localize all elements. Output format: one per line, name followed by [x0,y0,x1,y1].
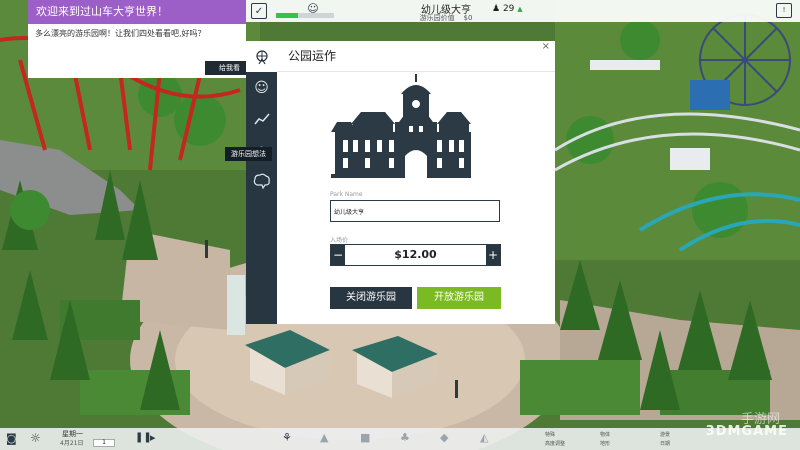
sidebar-item-park-ideas[interactable] [246,165,277,196]
toggle-label-d: 高度调整 [545,441,566,447]
price-decrease-button[interactable]: − [331,245,345,265]
camera-icon[interactable]: ◙ [6,432,17,445]
rides-icon[interactable]: ▲ [320,431,328,444]
park-ideas-tooltip: 游乐园想法 [225,147,272,161]
entry-price-value: $12.00 [394,248,437,261]
scenery-icon[interactable]: ♣ [400,431,410,444]
paths-icon[interactable]: ◆ [440,431,448,444]
guest-count[interactable]: ♟ 29 ▲ [492,4,523,14]
title-divider [277,71,555,72]
notification-message: 多么漂亮的游乐园啊！让我们四处看看吧,好吗？ [35,29,206,38]
dialog-title: 公园运作 [288,49,337,63]
show-me-button[interactable]: 给我看 [205,61,246,75]
smile-icon: ☺ [254,79,269,96]
price-increase-button[interactable]: + [486,245,500,265]
game-speed-value: 1 [93,439,115,447]
park-entrance-illustration [331,74,471,178]
park-name-label: Park Name [330,191,363,198]
toggle-label-b: 游景 [660,432,671,438]
entry-price-label: 入场价 [330,237,349,244]
sidebar-item-park-operations[interactable] [246,41,277,72]
terrain-icon[interactable]: ◭ [480,431,488,444]
bottom-toolbar: ◙ ☼ 星期一 4月21日 1 ❚❚ ▸ ⚘ ▲ ■ ♣ ◆ ◭ 特殊 高度调整… [0,428,800,450]
welcome-notification: 欢迎来到过山车大亨世界！ 多么漂亮的游乐园啊！让我们四处看看吧,好吗？ 给我看 [28,0,246,78]
park-operations-dialog: 公园运作 × Park Name 幼儿级大亨 入场价 − $12.00 + 关闭… [277,41,555,324]
sidebar-item-happiness[interactable]: ☺ [246,72,277,103]
guest-count-value: 29 [502,4,515,14]
notification-title: 欢迎来到过山车大亨世界！ [28,0,246,24]
open-park-button[interactable]: 开放游乐园 [417,287,501,309]
entry-price-stepper: − $12.00 + [330,244,501,266]
park-rating-bar[interactable] [276,13,334,18]
close-park-button[interactable]: 关闭游乐园 [330,287,412,309]
play-icon[interactable]: ▸ [150,431,156,444]
current-date: 4月21日 [60,440,84,447]
toggle-label-a: 特殊 [545,432,556,438]
guests-icon: ♟ [492,4,501,14]
toggle-label-c: 日期 [660,441,671,447]
park-value: 游乐园价值 $0 [386,13,506,23]
ferris-wheel-icon [255,49,268,64]
3dmgame-watermark: 3DMGAME [705,424,788,439]
park-value-amount: $0 [463,14,473,22]
weather-sun-icon[interactable]: ☼ [30,431,41,445]
coaster-build-icon[interactable]: ⚘ [282,431,292,444]
park-value-label: 游乐园价值 [419,14,455,22]
chart-icon [253,113,270,124]
shops-icon[interactable]: ■ [360,431,370,444]
toggle-label-f: 地形 [600,441,611,447]
park-rating-fill [276,13,299,18]
messages-icon[interactable]: ! [776,3,792,18]
park-management-sidebar: ☺ ∩ [246,41,277,324]
close-icon[interactable]: × [542,41,550,52]
top-status-bar: ✓ ☺ 幼儿级大亨 游乐园价值 $0 ♟ 29 ▲ ! [246,0,800,22]
park-name-input[interactable] [330,200,500,222]
clipboard-icon[interactable]: ✓ [251,3,267,19]
sidebar-item-finance[interactable] [246,103,277,134]
toggle-label-e: 物体 [600,432,611,438]
brain-icon [253,173,270,189]
guest-trend-icon: ▲ [517,5,523,13]
